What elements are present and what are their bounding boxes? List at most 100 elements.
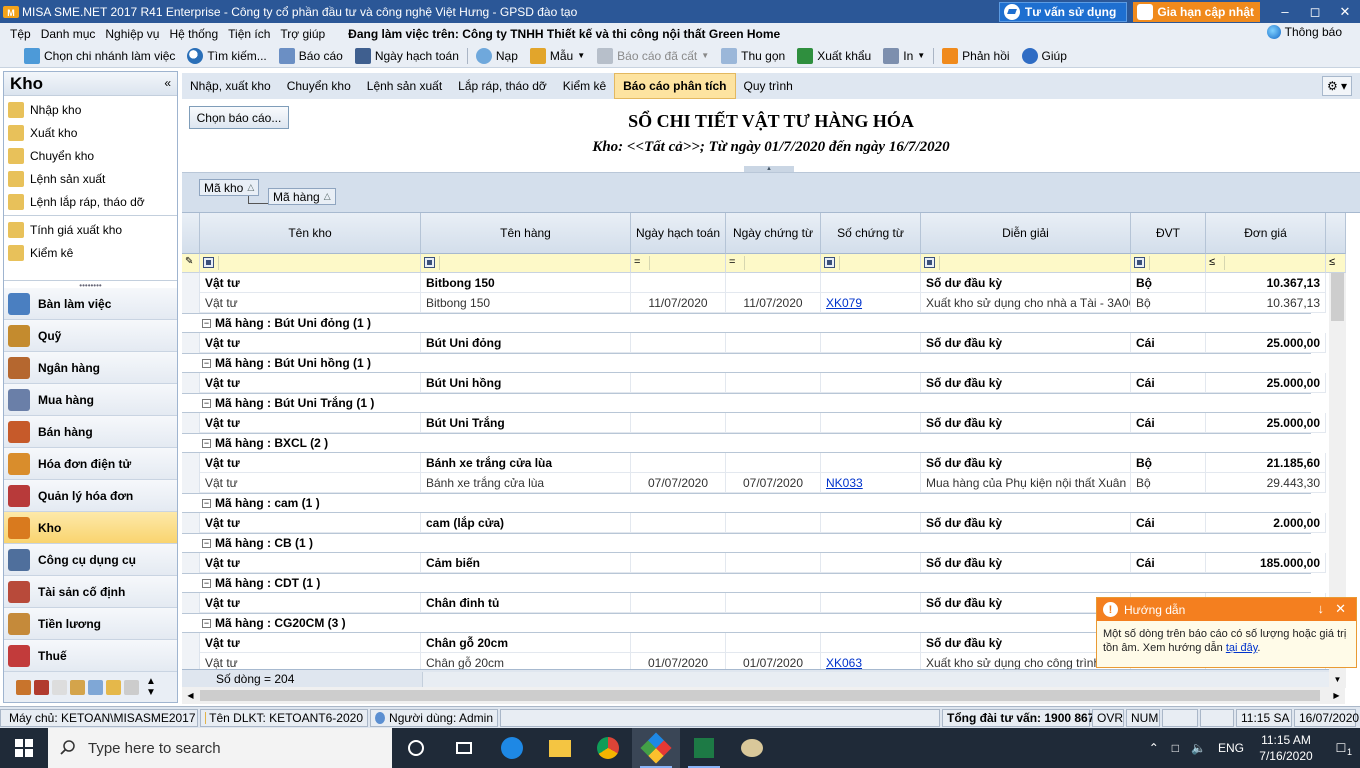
collapse-button[interactable]: Thu gọn — [715, 47, 791, 64]
table-row[interactable]: Vật tư Bút Uni đỏng Số dư đầu kỳ Cái 25.000,… — [182, 333, 1329, 353]
module-0[interactable]: Bàn làm việc — [4, 288, 177, 320]
tab-5[interactable]: Báo cáo phân tích — [614, 73, 736, 99]
export-button[interactable]: Xuất khẩu — [791, 47, 877, 64]
shortcut-icon[interactable] — [70, 679, 85, 695]
shortcut-icon[interactable] — [52, 679, 67, 695]
group-row[interactable]: − Mã hàng : Bút Uni đỏng (1 ) — [182, 313, 1311, 333]
panel-splitter[interactable]: •••••••• — [4, 280, 177, 290]
menu-catalog[interactable]: Danh mục — [36, 27, 101, 41]
module-6[interactable]: Quản lý hóa đơn — [4, 480, 177, 512]
group-row[interactable]: − Mã hàng : CB (1 ) — [182, 533, 1311, 553]
column-header-nht[interactable]: Ngày hạch toán — [631, 213, 726, 254]
link-nhap-kho[interactable]: Nhập kho — [4, 98, 177, 121]
group-row[interactable]: − Mã hàng : cam (1 ) — [182, 493, 1311, 513]
chrome-icon[interactable] — [584, 728, 632, 768]
shortcut-icon[interactable] — [34, 679, 49, 695]
tab-3[interactable]: Lắp ráp, tháo dỡ — [450, 73, 555, 99]
column-header-kho[interactable]: Tên kho — [200, 213, 421, 254]
taskbar-search[interactable]: Type here to search — [48, 728, 392, 768]
collapse-group-icon[interactable]: − — [202, 498, 211, 508]
task-view-icon[interactable] — [440, 728, 488, 768]
load-button[interactable]: Nạp — [470, 47, 524, 64]
filter-operator-icon[interactable] — [824, 257, 835, 268]
filter-operator-icon[interactable] — [424, 257, 435, 268]
table-row[interactable]: Vật tư Bitbong 150 11/07/2020 11/07/2020 XK0… — [182, 293, 1329, 313]
choose-branch-button[interactable]: Chọn chi nhánh làm việc — [18, 47, 181, 64]
module-3[interactable]: Mua hàng — [4, 384, 177, 416]
module-8[interactable]: Công cụ dụng cụ — [4, 544, 177, 576]
module-9[interactable]: Tài sản cố định — [4, 576, 177, 608]
filter-cell-extra[interactable]: ≤ — [1326, 254, 1346, 273]
print-button[interactable]: In ▼ — [877, 47, 931, 64]
collapse-group-icon[interactable]: − — [202, 578, 211, 588]
filter-operator[interactable]: = — [729, 256, 735, 268]
more-shortcuts-icon[interactable]: ▲ ▼ — [146, 676, 156, 698]
cortana-icon[interactable] — [392, 728, 440, 768]
shortcut-icon[interactable] — [16, 679, 31, 695]
settings-gear-icon[interactable]: ⚙ ▾ — [1322, 76, 1352, 96]
scroll-left-icon[interactable]: ◀ — [182, 687, 199, 704]
filter-operator-icon[interactable] — [924, 257, 935, 268]
module-7[interactable]: Kho — [4, 512, 177, 544]
feedback-button[interactable]: Phản hồi — [936, 47, 1015, 64]
module-2[interactable]: Ngân hàng — [4, 352, 177, 384]
scroll-right-icon[interactable]: ▶ — [1328, 687, 1345, 704]
network-icon[interactable]: □ — [1166, 741, 1185, 755]
excel-icon[interactable] — [680, 728, 728, 768]
filter-cell-gia[interactable]: ≤ — [1206, 254, 1326, 273]
menu-help[interactable]: Trợ giúp — [275, 27, 330, 41]
column-header-dvt[interactable]: ĐVT — [1131, 213, 1206, 254]
link-kiem-ke[interactable]: Kiểm kê — [4, 241, 177, 264]
menu-system[interactable]: Hệ thống — [164, 27, 223, 41]
menu-utilities[interactable]: Tiện ích — [223, 27, 275, 41]
module-4[interactable]: Bán hàng — [4, 416, 177, 448]
tab-0[interactable]: Nhập, xuất kho — [182, 73, 279, 99]
renew-update-button[interactable]: Gia hạn cập nhật — [1133, 1, 1260, 22]
language-indicator[interactable]: ENG — [1212, 741, 1250, 755]
guide-minimize-icon[interactable]: ↓ — [1318, 601, 1325, 616]
template-button[interactable]: Mẫu ▼ — [524, 47, 591, 64]
menu-file[interactable]: Tệp — [0, 27, 36, 41]
group-row[interactable]: − Mã hàng : CDT (1 ) — [182, 573, 1311, 593]
link-xuat-kho[interactable]: Xuất kho — [4, 121, 177, 144]
table-row[interactable]: Vật tư Bánh xe trắng cửa lùa 07/07/2020 07/… — [182, 473, 1329, 493]
file-explorer-icon[interactable] — [536, 728, 584, 768]
collapse-group-icon[interactable]: − — [202, 538, 211, 548]
link-tinh-gia-xuat-kho[interactable]: Tính giá xuất kho — [4, 218, 177, 241]
close-button[interactable]: ✕ — [1330, 0, 1360, 23]
search-button[interactable]: Tìm kiếm... — [181, 47, 272, 64]
guide-link[interactable]: tại đây — [1226, 642, 1258, 654]
module-11[interactable]: Thuế — [4, 640, 177, 672]
filter-cell-dg[interactable] — [921, 254, 1131, 273]
filter-cell-hang[interactable] — [421, 254, 631, 273]
column-header-nct[interactable]: Ngày chứng từ — [726, 213, 821, 254]
misa-taskbar-icon[interactable] — [632, 728, 680, 768]
collapse-group-icon[interactable]: − — [202, 398, 211, 408]
action-center-icon[interactable]: ☐ 1 — [1322, 741, 1360, 757]
report-button[interactable]: Báo cáo — [273, 47, 349, 64]
tab-1[interactable]: Chuyển kho — [279, 73, 359, 99]
filter-cell-dvt[interactable] — [1131, 254, 1206, 273]
link-chuyen-kho[interactable]: Chuyển kho — [4, 144, 177, 167]
voucher-link[interactable]: NK033 — [826, 476, 863, 490]
filter-cell-kho[interactable] — [200, 254, 421, 273]
guide-close-icon[interactable]: ✕ — [1335, 601, 1346, 617]
tray-expand-icon[interactable]: ⌃ — [1142, 741, 1166, 755]
tab-2[interactable]: Lệnh sản xuất — [359, 73, 450, 99]
link-lenh-san-xuat[interactable]: Lệnh sản xuất — [4, 167, 177, 190]
table-row[interactable]: Vật tư Bitbong 150 Số dư đầu kỳ Bộ 10.367,13 — [182, 273, 1329, 293]
column-header-sct[interactable]: Số chứng từ — [821, 213, 921, 254]
volume-icon[interactable]: 🔈 — [1185, 741, 1212, 755]
shortcut-icon[interactable] — [106, 679, 121, 695]
filter-operator-icon[interactable] — [203, 257, 214, 268]
minimize-button[interactable]: – — [1270, 0, 1300, 23]
help-button[interactable]: Giúp — [1016, 47, 1073, 64]
table-row[interactable]: Vật tư Cảm biến Số dư đầu kỳ Cái 185.000,00 — [182, 553, 1329, 573]
paint-icon[interactable] — [728, 728, 776, 768]
link-lap-rap[interactable]: Lệnh lắp ráp, tháo dỡ — [4, 190, 177, 213]
table-row[interactable]: Vật tư Bánh xe trắng cửa lùa Số dư đầu kỳ B… — [182, 453, 1329, 473]
filter-cell-nct[interactable]: = — [726, 254, 821, 273]
collapse-group-icon[interactable]: − — [202, 438, 211, 448]
group-chip-ma-kho[interactable]: Mã kho △ — [199, 179, 260, 196]
collapse-group-icon[interactable]: − — [202, 318, 211, 328]
